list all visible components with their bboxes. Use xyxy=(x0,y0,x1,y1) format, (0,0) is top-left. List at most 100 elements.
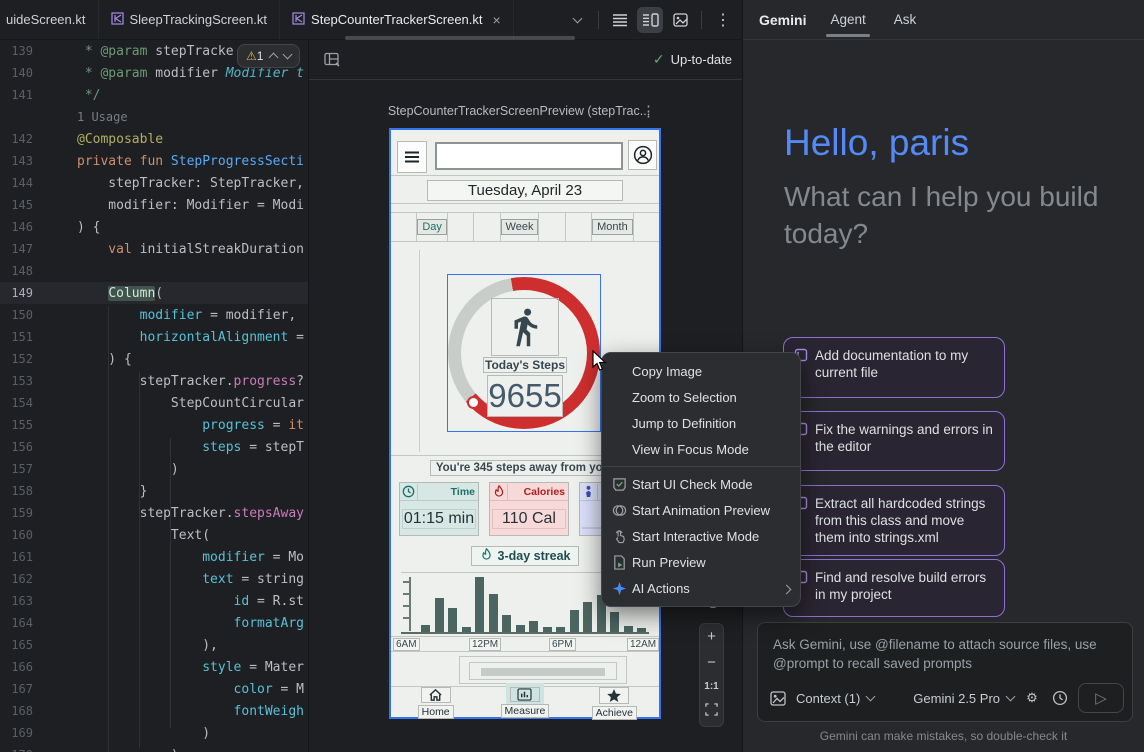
code-line[interactable]: 1 Usage xyxy=(0,106,308,128)
code-text: progress = it xyxy=(77,418,304,433)
split-view-icon[interactable] xyxy=(637,7,663,33)
menu-item-run-preview[interactable]: Run Preview xyxy=(602,549,800,575)
preview-layout-icon[interactable] xyxy=(319,47,345,73)
code-line[interactable]: 162 text = string xyxy=(0,568,308,590)
code-line[interactable]: 147 val initialStreakDuration xyxy=(0,238,308,260)
code-line[interactable]: 144 stepTracker: StepTracker, xyxy=(0,172,308,194)
settings-gear-icon[interactable]: ⚙ xyxy=(1022,690,1042,706)
gemini-subtitle: What can I help you buildtoday? xyxy=(784,178,1114,252)
suggestion-card[interactable]: Extract all hardcoded strings from this … xyxy=(783,485,1005,556)
suggestion-card[interactable]: Fix the warnings and errors in the edito… xyxy=(783,411,1005,471)
editor-tab[interactable]: SleepTrackingScreen.kt xyxy=(99,0,281,39)
segment-tab[interactable]: Day xyxy=(417,213,448,241)
segment-tab[interactable]: Week xyxy=(501,213,540,241)
menu-item-copy-image[interactable]: Copy Image xyxy=(602,358,800,384)
code-line[interactable]: 165 ), xyxy=(0,634,308,656)
stat-card: Calories110 Cal xyxy=(489,482,569,536)
search-input[interactable] xyxy=(435,142,623,170)
gemini-tab-agent[interactable]: Agent xyxy=(830,0,865,39)
menu-item-ai-actions[interactable]: AI Actions xyxy=(602,575,800,601)
menu-item-jump-to-definition[interactable]: Jump to Definition xyxy=(602,410,800,436)
menu-item-view-in-focus-mode[interactable]: View in Focus Mode xyxy=(602,436,800,462)
menu-item-start-animation-preview[interactable]: Start Animation Preview xyxy=(602,497,800,523)
code-line[interactable]: 155 progress = it xyxy=(0,414,308,436)
code-line[interactable]: 141 */ xyxy=(0,84,308,106)
code-view-icon[interactable] xyxy=(607,7,633,33)
code-line[interactable]: 164 formatArg xyxy=(0,612,308,634)
person-icon xyxy=(580,484,598,500)
nav-item-achieve[interactable]: Achieve xyxy=(583,687,645,717)
code-text: formatArg xyxy=(77,616,304,631)
segment-spacer xyxy=(566,213,592,241)
nav-item-measure[interactable]: Measure xyxy=(494,687,556,717)
code-line[interactable]: 156 steps = stepT xyxy=(0,436,308,458)
zoom-ratio-button[interactable]: 1:1 xyxy=(704,681,718,692)
model-dropdown[interactable]: Gemini 2.5 Pro xyxy=(913,691,1014,706)
context-dropdown[interactable]: Context (1) xyxy=(796,691,874,706)
code-line[interactable]: 158 } xyxy=(0,480,308,502)
code-text: stepTracker.stepsAway xyxy=(77,506,304,521)
nav-item-home[interactable]: Home xyxy=(405,687,467,717)
code-editor[interactable]: 139 * @param stepTracke140 * @param modi… xyxy=(0,40,308,752)
next-warning-chevron-icon[interactable] xyxy=(283,50,293,60)
menu-item-label: Start UI Check Mode xyxy=(632,477,790,492)
code-line[interactable]: 152 ) { xyxy=(0,348,308,370)
code-line[interactable]: 169 ) xyxy=(0,722,308,744)
hamburger-menu-icon[interactable] xyxy=(397,141,427,173)
code-line[interactable]: 142@Composable xyxy=(0,128,308,150)
code-line[interactable]: 161 modifier = Mo xyxy=(0,546,308,568)
segment-label: Month xyxy=(592,219,633,235)
attach-image-icon[interactable] xyxy=(768,691,788,706)
code-line[interactable]: 160 Text( xyxy=(0,524,308,546)
design-view-icon[interactable] xyxy=(667,7,693,33)
zoom-out-button[interactable]: − xyxy=(707,655,716,670)
gemini-tab-ask[interactable]: Ask xyxy=(894,0,917,39)
account-icon[interactable] xyxy=(628,140,657,170)
code-line[interactable]: 153 stepTracker.progress? xyxy=(0,370,308,392)
code-line[interactable]: 148 xyxy=(0,260,308,282)
menu-item-zoom-to-selection[interactable]: Zoom to Selection xyxy=(602,384,800,410)
zoom-fit-icon[interactable] xyxy=(705,703,718,721)
code-line[interactable]: 163 id = R.st xyxy=(0,590,308,612)
history-clock-icon[interactable] xyxy=(1050,690,1070,706)
code-line[interactable]: 149 Column( xyxy=(0,282,308,304)
menu-item-label: Zoom to Selection xyxy=(632,390,790,405)
code-line[interactable]: 145 modifier: Modifier = Modi xyxy=(0,194,308,216)
code-line[interactable]: 154 StepCountCircular xyxy=(0,392,308,414)
preview-kebab-icon[interactable]: ⋮ xyxy=(641,102,656,120)
zoom-in-button[interactable]: + xyxy=(707,629,716,644)
gemini-prompt-input[interactable]: Ask Gemini, use @filename to attach sour… xyxy=(757,622,1133,722)
send-button[interactable]: ▷ xyxy=(1078,683,1124,713)
gemini-greeting: Hello, paris xyxy=(784,122,969,164)
close-icon[interactable]: × xyxy=(493,12,501,28)
editor-tab[interactable]: StepCounterTrackerScreen.kt× xyxy=(280,0,514,39)
menu-item-start-interactive-mode[interactable]: Start Interactive Mode xyxy=(602,523,800,549)
inspections-widget[interactable]: ⚠1 xyxy=(237,44,300,68)
stat-card-header: Calories xyxy=(490,483,568,501)
line-number: 150 xyxy=(0,308,77,322)
code-line[interactable]: 167 color = M xyxy=(0,678,308,700)
code-line[interactable]: 157 ) xyxy=(0,458,308,480)
runner-icon xyxy=(491,298,559,356)
more-options-kebab-icon[interactable]: ⋮ xyxy=(710,7,736,33)
suggestion-card[interactable]: Find and resolve build errors in my proj… xyxy=(783,559,1005,617)
code-line[interactable]: 170 ) xyxy=(0,744,308,752)
code-line[interactable]: 150 modifier = modifier, xyxy=(0,304,308,326)
segment-tab[interactable]: Month xyxy=(592,213,634,241)
code-line[interactable]: 168 fontWeigh xyxy=(0,700,308,722)
tab-label: uideScreen.kt xyxy=(6,12,86,27)
code-line[interactable]: 166 style = Mater xyxy=(0,656,308,678)
x-tick-label: 12AM xyxy=(627,638,659,651)
editor-tab[interactable]: uideScreen.kt xyxy=(0,0,99,39)
menu-item-start-ui-check-mode[interactable]: Start UI Check Mode xyxy=(602,471,800,497)
code-line[interactable]: 151 horizontalAlignment = xyxy=(0,326,308,348)
code-line[interactable]: 143private fun StepProgressSecti xyxy=(0,150,308,172)
prev-warning-chevron-icon[interactable] xyxy=(269,53,279,63)
divider xyxy=(701,11,702,29)
tab-overflow-chevron[interactable] xyxy=(564,7,590,33)
period-segments: Day Week Month xyxy=(391,212,659,242)
code-line[interactable]: 159 stepTracker.stepsAway xyxy=(0,502,308,524)
code-line[interactable]: 146) { xyxy=(0,216,308,238)
suggestion-card[interactable]: Add documentation to my current file xyxy=(783,337,1005,398)
chart-x-labels: 6AM12PM6PM12AM xyxy=(391,636,659,652)
